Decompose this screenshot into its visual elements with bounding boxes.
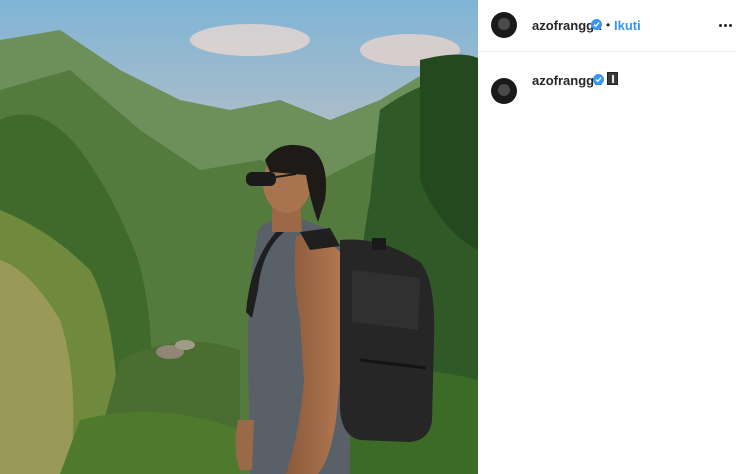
caption-username[interactable]: azofrangga [532, 73, 601, 88]
follow-button[interactable]: Ikuti [614, 18, 641, 33]
separator-dot: • [606, 18, 611, 32]
verified-badge-icon [591, 19, 602, 30]
post-header: azofrangga • Ikuti [478, 0, 736, 52]
avatar[interactable] [491, 12, 517, 38]
caption-avatar[interactable] [491, 78, 517, 104]
post-sidebar: azofrangga • Ikuti azofrangga [478, 0, 736, 474]
post-photo[interactable] [0, 0, 478, 474]
caption-verified-badge-icon [593, 74, 604, 85]
mountain-icon [607, 72, 618, 85]
more-options-icon[interactable] [718, 18, 734, 32]
